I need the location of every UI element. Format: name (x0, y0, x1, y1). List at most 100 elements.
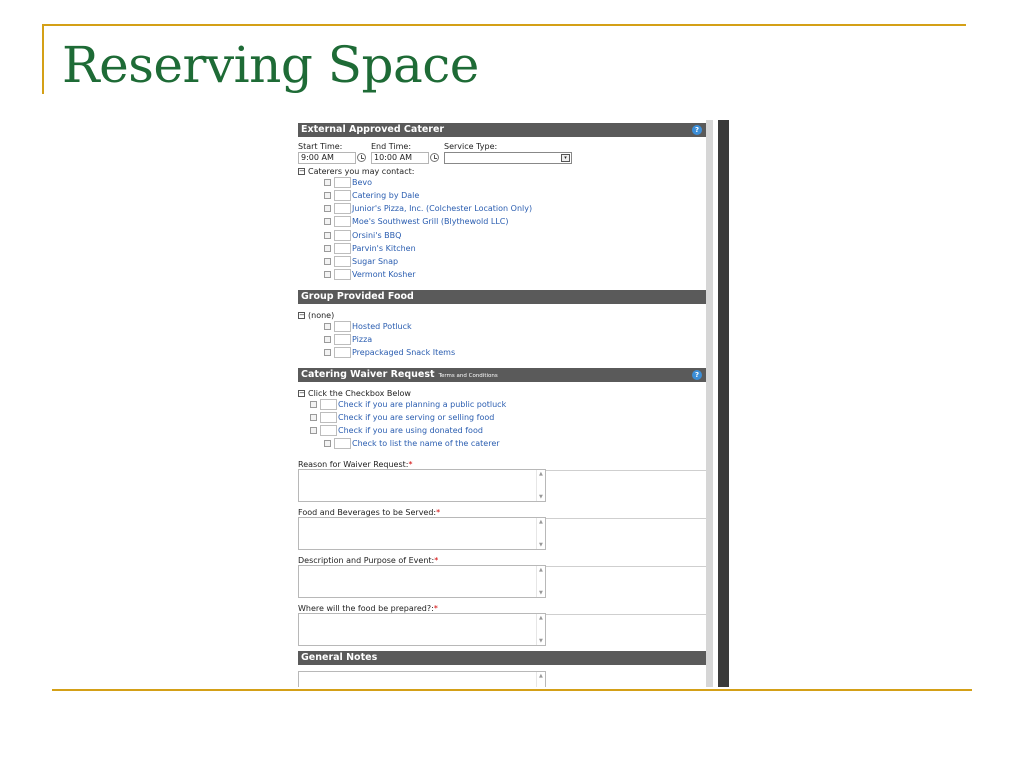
waiver-option-link[interactable]: Check if you are using donated food (338, 426, 483, 435)
required-marker: * (433, 604, 438, 613)
food-checkbox[interactable] (324, 336, 331, 343)
description-label: Description and Purpose of Event:* (298, 556, 439, 565)
required-marker: * (408, 460, 413, 469)
terms-link[interactable]: Terms and Conditions (439, 373, 498, 379)
section-title: General Notes (301, 652, 378, 663)
section-header-external-caterer: External Approved Caterer ? (298, 123, 706, 137)
section-header-waiver: Catering Waiver Request Terms and Conditi… (298, 368, 706, 382)
scroll-up-icon[interactable]: ▲ (539, 673, 543, 679)
clock-icon[interactable] (357, 153, 366, 162)
food-beverages-textarea[interactable]: ▲ ▼ (298, 517, 546, 550)
food-beverages-label: Food and Beverages to be Served:* (298, 508, 441, 517)
caterer-link[interactable]: Junior's Pizza, Inc. (Colchester Locatio… (352, 204, 532, 213)
food-link[interactable]: Pizza (352, 335, 372, 344)
scroll-up-icon[interactable]: ▲ (539, 615, 543, 621)
caterer-quantity-cell[interactable] (334, 269, 351, 280)
waiver-checkbox[interactable] (310, 427, 317, 434)
service-type-select[interactable]: ▾ (444, 152, 572, 164)
textarea-scrollbar[interactable]: ▲ ▼ (536, 470, 545, 501)
description-textarea[interactable]: ▲ ▼ (298, 565, 546, 598)
caterer-link[interactable]: Moe's Southwest Grill (Blythewold LLC) (352, 217, 509, 226)
help-icon[interactable]: ? (692, 370, 702, 380)
caterer-link[interactable]: Parvin's Kitchen (352, 244, 416, 253)
caterer-checkbox[interactable] (324, 179, 331, 186)
food-checkbox[interactable] (324, 323, 331, 330)
start-time-input[interactable]: 9:00 AM (298, 152, 356, 164)
chevron-down-icon[interactable]: ▾ (561, 154, 570, 162)
prepared-location-textarea[interactable]: ▲ ▼ (298, 613, 546, 646)
slide-bottom-rule (52, 689, 972, 691)
waiver-tree-label: Click the Checkbox Below (308, 389, 411, 398)
waiver-quantity-cell[interactable] (320, 399, 337, 410)
waiver-quantity-cell[interactable] (320, 412, 337, 423)
textarea-scrollbar[interactable]: ▲ ▼ (536, 518, 545, 549)
waiver-option-link[interactable]: Check if you are planning a public potlu… (338, 400, 506, 409)
scroll-down-icon[interactable]: ▼ (539, 638, 543, 644)
caterer-quantity-cell[interactable] (334, 256, 351, 267)
scroll-up-icon[interactable]: ▲ (539, 471, 543, 477)
waiver-checkbox[interactable] (324, 440, 331, 447)
reason-textarea[interactable]: ▲ ▼ (298, 469, 546, 502)
caterer-quantity-cell[interactable] (334, 216, 351, 227)
food-checkbox[interactable] (324, 349, 331, 356)
start-time-label: Start Time: (298, 142, 343, 151)
help-icon[interactable]: ? (692, 125, 702, 135)
caterer-link[interactable]: Orsini's BBQ (352, 231, 401, 240)
caterer-checkbox[interactable] (324, 205, 331, 212)
section-title: Group Provided Food (301, 291, 414, 302)
caterers-tree-label: Caterers you may contact: (308, 167, 415, 176)
clock-icon[interactable] (430, 153, 439, 162)
waiver-quantity-cell[interactable] (334, 438, 351, 449)
caterer-quantity-cell[interactable] (334, 190, 351, 201)
caterer-quantity-cell[interactable] (334, 243, 351, 254)
caterer-quantity-cell[interactable] (334, 230, 351, 241)
caterer-quantity-cell[interactable] (334, 177, 351, 188)
collapse-icon[interactable]: − (298, 168, 305, 175)
caterer-link[interactable]: Vermont Kosher (352, 270, 416, 279)
food-link[interactable]: Prepackaged Snack Items (352, 348, 455, 357)
service-type-label: Service Type: (444, 142, 498, 151)
caterer-link[interactable]: Bevo (352, 178, 372, 187)
scroll-up-icon[interactable]: ▲ (539, 567, 543, 573)
waiver-option-link[interactable]: Check if you are serving or selling food (338, 413, 494, 422)
caterer-checkbox[interactable] (324, 258, 331, 265)
end-time-input[interactable]: 10:00 AM (371, 152, 429, 164)
food-quantity-cell[interactable] (334, 334, 351, 345)
caterer-checkbox[interactable] (324, 218, 331, 225)
collapse-icon[interactable]: − (298, 390, 305, 397)
waiver-option-link[interactable]: Check to list the name of the caterer (352, 439, 500, 448)
waiver-quantity-cell[interactable] (320, 425, 337, 436)
caterer-checkbox[interactable] (324, 232, 331, 239)
reason-label: Reason for Waiver Request:* (298, 460, 413, 469)
food-quantity-cell[interactable] (334, 321, 351, 332)
slide-title: Reserving Space (62, 36, 479, 94)
textarea-scrollbar[interactable]: ▲ ▼ (536, 614, 545, 645)
caterer-quantity-cell[interactable] (334, 203, 351, 214)
section-header-group-food: Group Provided Food (298, 290, 706, 304)
slide-left-rule (42, 24, 44, 94)
section-title: External Approved Caterer (301, 124, 445, 135)
food-quantity-cell[interactable] (334, 347, 351, 358)
food-link[interactable]: Hosted Potluck (352, 322, 412, 331)
section-title: Catering Waiver Request (301, 369, 435, 380)
form-scrollbar[interactable] (706, 120, 713, 687)
textarea-scrollbar[interactable]: ▲ ▼ (536, 566, 545, 597)
end-time-label: End Time: (371, 142, 412, 151)
caterer-checkbox[interactable] (324, 192, 331, 199)
scroll-down-icon[interactable]: ▼ (539, 494, 543, 500)
caterer-checkbox[interactable] (324, 245, 331, 252)
group-food-tree-label: (none) (308, 311, 335, 320)
window-edge (718, 120, 729, 687)
textarea-scrollbar[interactable]: ▲ (536, 672, 545, 687)
general-notes-textarea[interactable]: ▲ (298, 671, 546, 687)
caterer-link[interactable]: Sugar Snap (352, 257, 398, 266)
scroll-down-icon[interactable]: ▼ (539, 542, 543, 548)
scroll-down-icon[interactable]: ▼ (539, 590, 543, 596)
collapse-icon[interactable]: − (298, 312, 305, 319)
caterer-link[interactable]: Catering by Dale (352, 191, 419, 200)
waiver-checkbox[interactable] (310, 414, 317, 421)
scroll-up-icon[interactable]: ▲ (539, 519, 543, 525)
waiver-checkbox[interactable] (310, 401, 317, 408)
caterer-checkbox[interactable] (324, 271, 331, 278)
required-marker: * (436, 508, 441, 517)
